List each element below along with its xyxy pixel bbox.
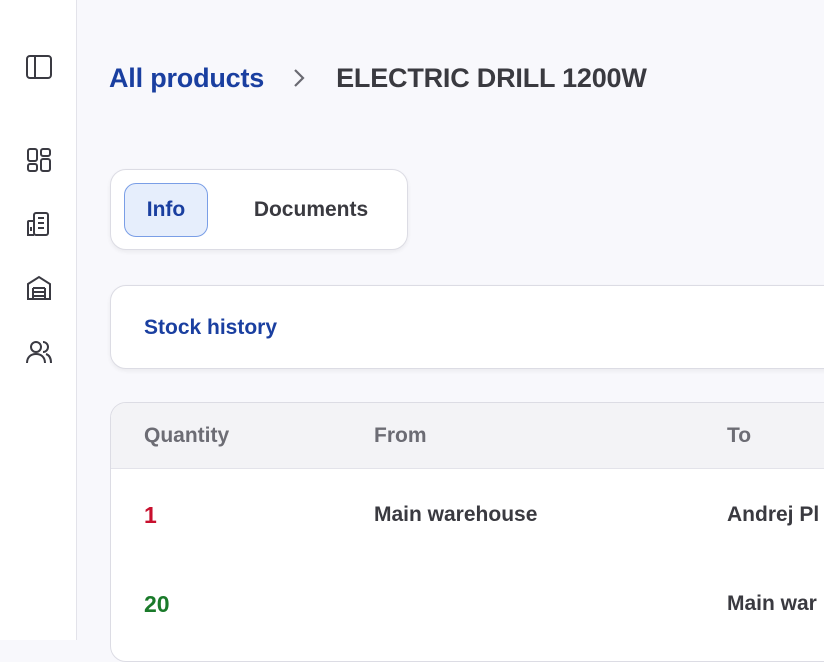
users-icon[interactable] (22, 335, 56, 369)
page-title: ELECTRIC DRILL 1200W (336, 62, 647, 93)
table-header: Quantity From To (111, 403, 824, 469)
building-icon[interactable] (22, 207, 56, 241)
to-cell: Main war (727, 592, 817, 615)
column-header-quantity[interactable]: Quantity (144, 424, 229, 448)
sidebar-toggle-icon[interactable] (22, 50, 56, 84)
quantity-cell: 20 (144, 591, 170, 617)
column-header-to[interactable]: To (727, 424, 751, 448)
main-content: All products ELECTRIC DRILL 1200W Info D… (77, 0, 824, 662)
column-header-from[interactable]: From (374, 424, 427, 448)
quantity-cell: 1 (144, 502, 157, 528)
table-row[interactable]: 20 Main war (111, 558, 824, 647)
to-cell: Andrej Pl (727, 503, 820, 526)
table-row[interactable]: 1 Main warehouse Andrej Pl (111, 469, 824, 558)
breadcrumb: All products ELECTRIC DRILL 1200W (109, 58, 647, 98)
breadcrumb-all-products-link[interactable]: All products (109, 63, 264, 94)
tab-info[interactable]: Info (124, 183, 208, 237)
chevron-right-icon (290, 66, 308, 90)
stock-history-section: Stock history (110, 285, 824, 369)
dashboard-icon[interactable] (22, 143, 56, 177)
warehouse-icon[interactable] (22, 271, 56, 305)
stock-history-title[interactable]: Stock history (144, 316, 277, 340)
stock-history-table: Quantity From To 1 Main warehouse Andrej… (110, 402, 824, 662)
from-cell: Main warehouse (374, 503, 538, 526)
tab-bar: Info Documents (110, 169, 408, 250)
tab-documents[interactable]: Documents (231, 183, 391, 237)
sidebar (0, 0, 77, 640)
